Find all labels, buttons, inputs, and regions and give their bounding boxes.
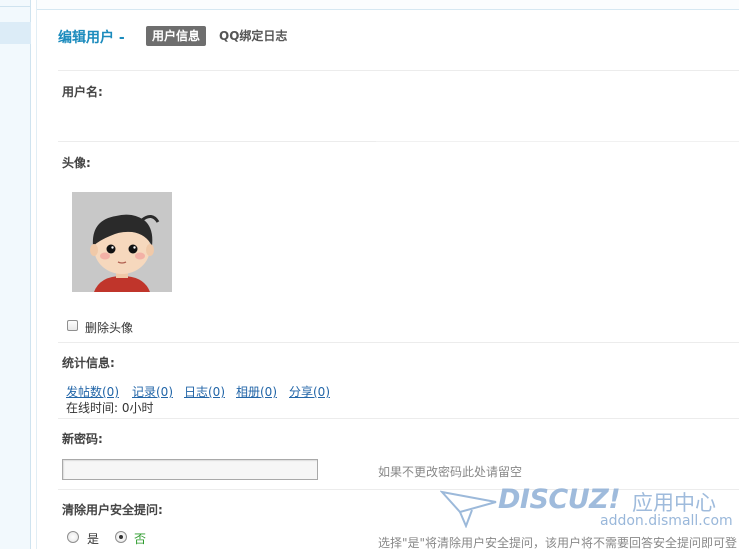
avatar-image <box>72 192 172 292</box>
divider <box>58 70 739 71</box>
stat-link-posts[interactable]: 发帖数(0) <box>66 383 119 400</box>
avatar-label: 头像: <box>62 156 91 170</box>
watermark-logo: DISCUZ! <box>498 484 621 515</box>
paper-plane-icon <box>440 490 497 528</box>
sidebar-active-item[interactable] <box>0 22 31 44</box>
stat-link-blogs[interactable]: 日志(0) <box>184 383 225 400</box>
stat-link-albums[interactable]: 相册(0) <box>236 383 277 400</box>
online-time: 在线时间: 0小时 <box>66 401 154 415</box>
clear-security-hint: 选择"是"将清除用户安全提问，该用户将不需要回答安全提问即可登 <box>378 536 738 549</box>
tab-qq-bind-log[interactable]: QQ绑定日志 <box>219 27 287 44</box>
radio-yes-label: 是 <box>87 532 100 546</box>
divider <box>58 418 739 419</box>
gutter-divider <box>36 0 37 549</box>
clear-security-label: 清除用户安全提问: <box>62 503 163 517</box>
stats-label: 统计信息: <box>62 356 115 370</box>
delete-avatar-label: 删除头像 <box>85 321 134 335</box>
divider <box>376 141 739 142</box>
page-title: 编辑用户 - <box>58 30 125 46</box>
new-password-hint: 如果不更改密码此处请留空 <box>378 465 523 479</box>
left-sidebar-strip <box>0 0 31 549</box>
delete-avatar-checkbox[interactable] <box>67 320 78 331</box>
top-strip <box>37 0 739 10</box>
user-avatar <box>72 192 172 292</box>
stat-link-shares[interactable]: 分享(0) <box>289 383 330 400</box>
divider <box>58 342 739 343</box>
radio-no-label: 否 <box>134 532 147 546</box>
new-password-label: 新密码: <box>62 432 103 446</box>
new-password-input[interactable] <box>62 459 318 480</box>
username-label: 用户名: <box>62 85 103 99</box>
watermark-url: addon.dismall.com <box>600 513 733 529</box>
radio-no[interactable] <box>115 531 127 543</box>
radio-yes[interactable] <box>67 531 79 543</box>
stat-link-records[interactable]: 记录(0) <box>132 383 173 400</box>
tab-user-info[interactable]: 用户信息 <box>146 26 207 46</box>
sidebar-divider <box>0 6 31 7</box>
divider <box>58 141 376 142</box>
